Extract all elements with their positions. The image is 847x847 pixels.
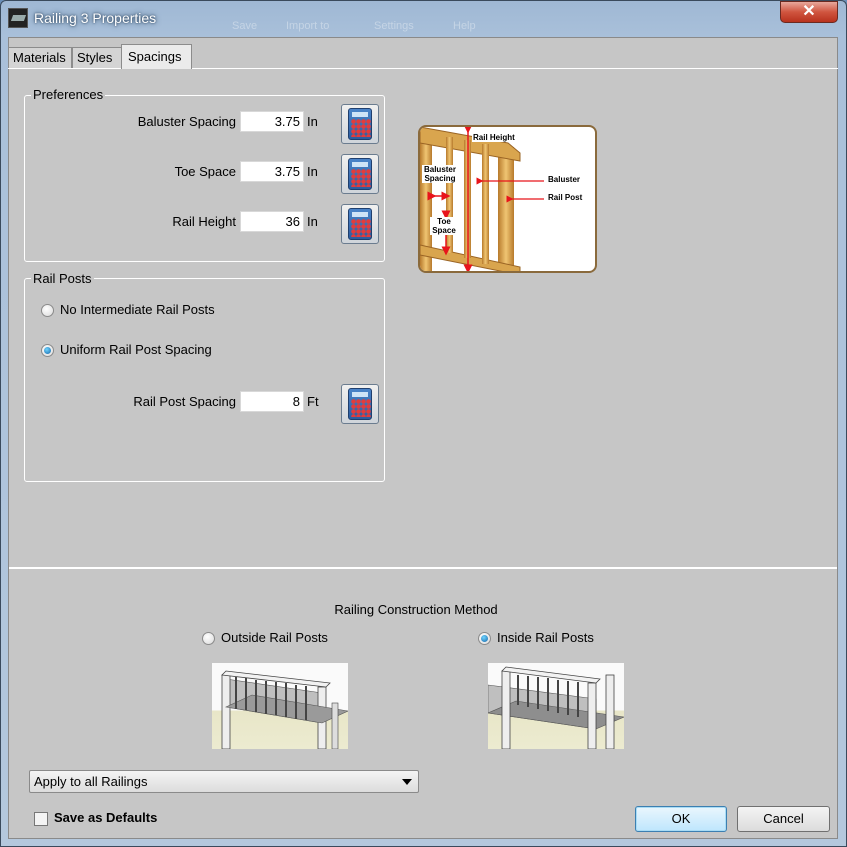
tab-label: Styles	[77, 50, 113, 65]
calculator-button[interactable]	[341, 154, 379, 194]
calculator-button[interactable]	[341, 204, 379, 244]
ghost-toolbar-label: Import to	[286, 20, 330, 32]
rail-post-spacing-label: Rail Post Spacing	[133, 394, 236, 409]
inside-rail-posts-label[interactable]: Inside Rail Posts	[497, 630, 594, 645]
railing-diagram: Rail Height Baluster Spacing Baluster Ra…	[418, 125, 597, 273]
diagram-label-baluster: Baluster	[548, 175, 581, 184]
baluster-spacing-input[interactable]: 3.75	[240, 111, 304, 132]
diagram-label-line: Toe	[437, 217, 451, 226]
app-icon	[8, 8, 28, 28]
construction-method-title: Railing Construction Method	[334, 602, 498, 617]
tab-styles[interactable]: Styles	[72, 47, 122, 68]
unit-label: In	[307, 164, 318, 179]
ghost-toolbar-label: Save	[232, 20, 258, 32]
tab-spacings[interactable]: Spacings	[121, 44, 192, 69]
outside-rail-posts-radio[interactable]	[202, 632, 215, 645]
diagram-label-line: Spacing	[424, 174, 456, 183]
apply-to-selected: Apply to all Railings	[34, 774, 148, 789]
apply-to-dropdown[interactable]: Apply to all Railings	[29, 770, 419, 793]
rail-height-input[interactable]: 36	[240, 211, 304, 232]
calculator-icon	[348, 108, 372, 140]
calculator-icon	[348, 388, 372, 420]
toe-space-input[interactable]: 3.75	[240, 161, 304, 182]
diagram-label-rail-height: Rail Height	[472, 133, 516, 142]
calculator-icon	[348, 158, 372, 190]
tab-materials[interactable]: Materials	[8, 47, 72, 68]
unit-label: In	[307, 214, 318, 229]
diagram-label-baluster-spacing: Baluster Spacing	[422, 165, 458, 183]
diagram-label-rail-post: Rail Post	[548, 193, 583, 202]
outside-rail-posts-label[interactable]: Outside Rail Posts	[221, 630, 328, 645]
ok-button[interactable]: OK	[635, 806, 727, 832]
baluster-spacing-label: Baluster Spacing	[137, 114, 236, 129]
outside-rail-posts-image[interactable]	[212, 663, 350, 750]
toe-space-label: Toe Space	[174, 164, 236, 179]
rail-post-spacing-input[interactable]: 8	[240, 391, 304, 412]
ghost-toolbar-label: Settings	[374, 20, 414, 32]
unit-label: Ft	[307, 394, 319, 409]
save-as-defaults-checkbox[interactable]	[34, 812, 48, 826]
tab-label: Spacings	[128, 49, 182, 64]
inside-rail-posts-image[interactable]	[486, 663, 626, 750]
rail-height-label: Rail Height	[172, 214, 236, 229]
diagram-label-line: Baluster	[423, 165, 456, 174]
preferences-group-label: Preferences	[31, 87, 106, 102]
outside-railing-illustration	[221, 670, 350, 750]
rail-posts-group-label: Rail Posts	[31, 271, 94, 286]
cancel-button[interactable]: Cancel	[737, 806, 830, 832]
ghost-toolbar-label: Help	[453, 20, 476, 32]
no-intermediate-posts-radio[interactable]	[41, 304, 54, 317]
chevron-down-icon	[402, 779, 412, 785]
tab-label: Materials	[13, 50, 66, 65]
calculator-button[interactable]	[341, 104, 379, 144]
title-bar[interactable]: Railing 3 Properties Save Import to Sett…	[0, 0, 845, 36]
calculator-icon	[348, 208, 372, 240]
close-icon: ✕	[802, 3, 816, 20]
inside-railing-illustration	[486, 666, 626, 750]
close-button[interactable]: ✕	[780, 1, 838, 23]
uniform-spacing-radio[interactable]	[41, 344, 54, 357]
window-title: Railing 3 Properties	[34, 10, 157, 26]
uniform-spacing-label[interactable]: Uniform Rail Post Spacing	[60, 342, 212, 357]
diagram-label-toe-space: Toe Space	[430, 217, 458, 235]
unit-label: In	[307, 114, 318, 129]
section-divider	[9, 567, 837, 569]
no-intermediate-posts-label[interactable]: No Intermediate Rail Posts	[60, 302, 215, 317]
diagram-label-line: Space	[432, 226, 456, 235]
inside-rail-posts-radio[interactable]	[478, 632, 491, 645]
calculator-button[interactable]	[341, 384, 379, 424]
save-as-defaults-label[interactable]: Save as Defaults	[54, 810, 157, 825]
